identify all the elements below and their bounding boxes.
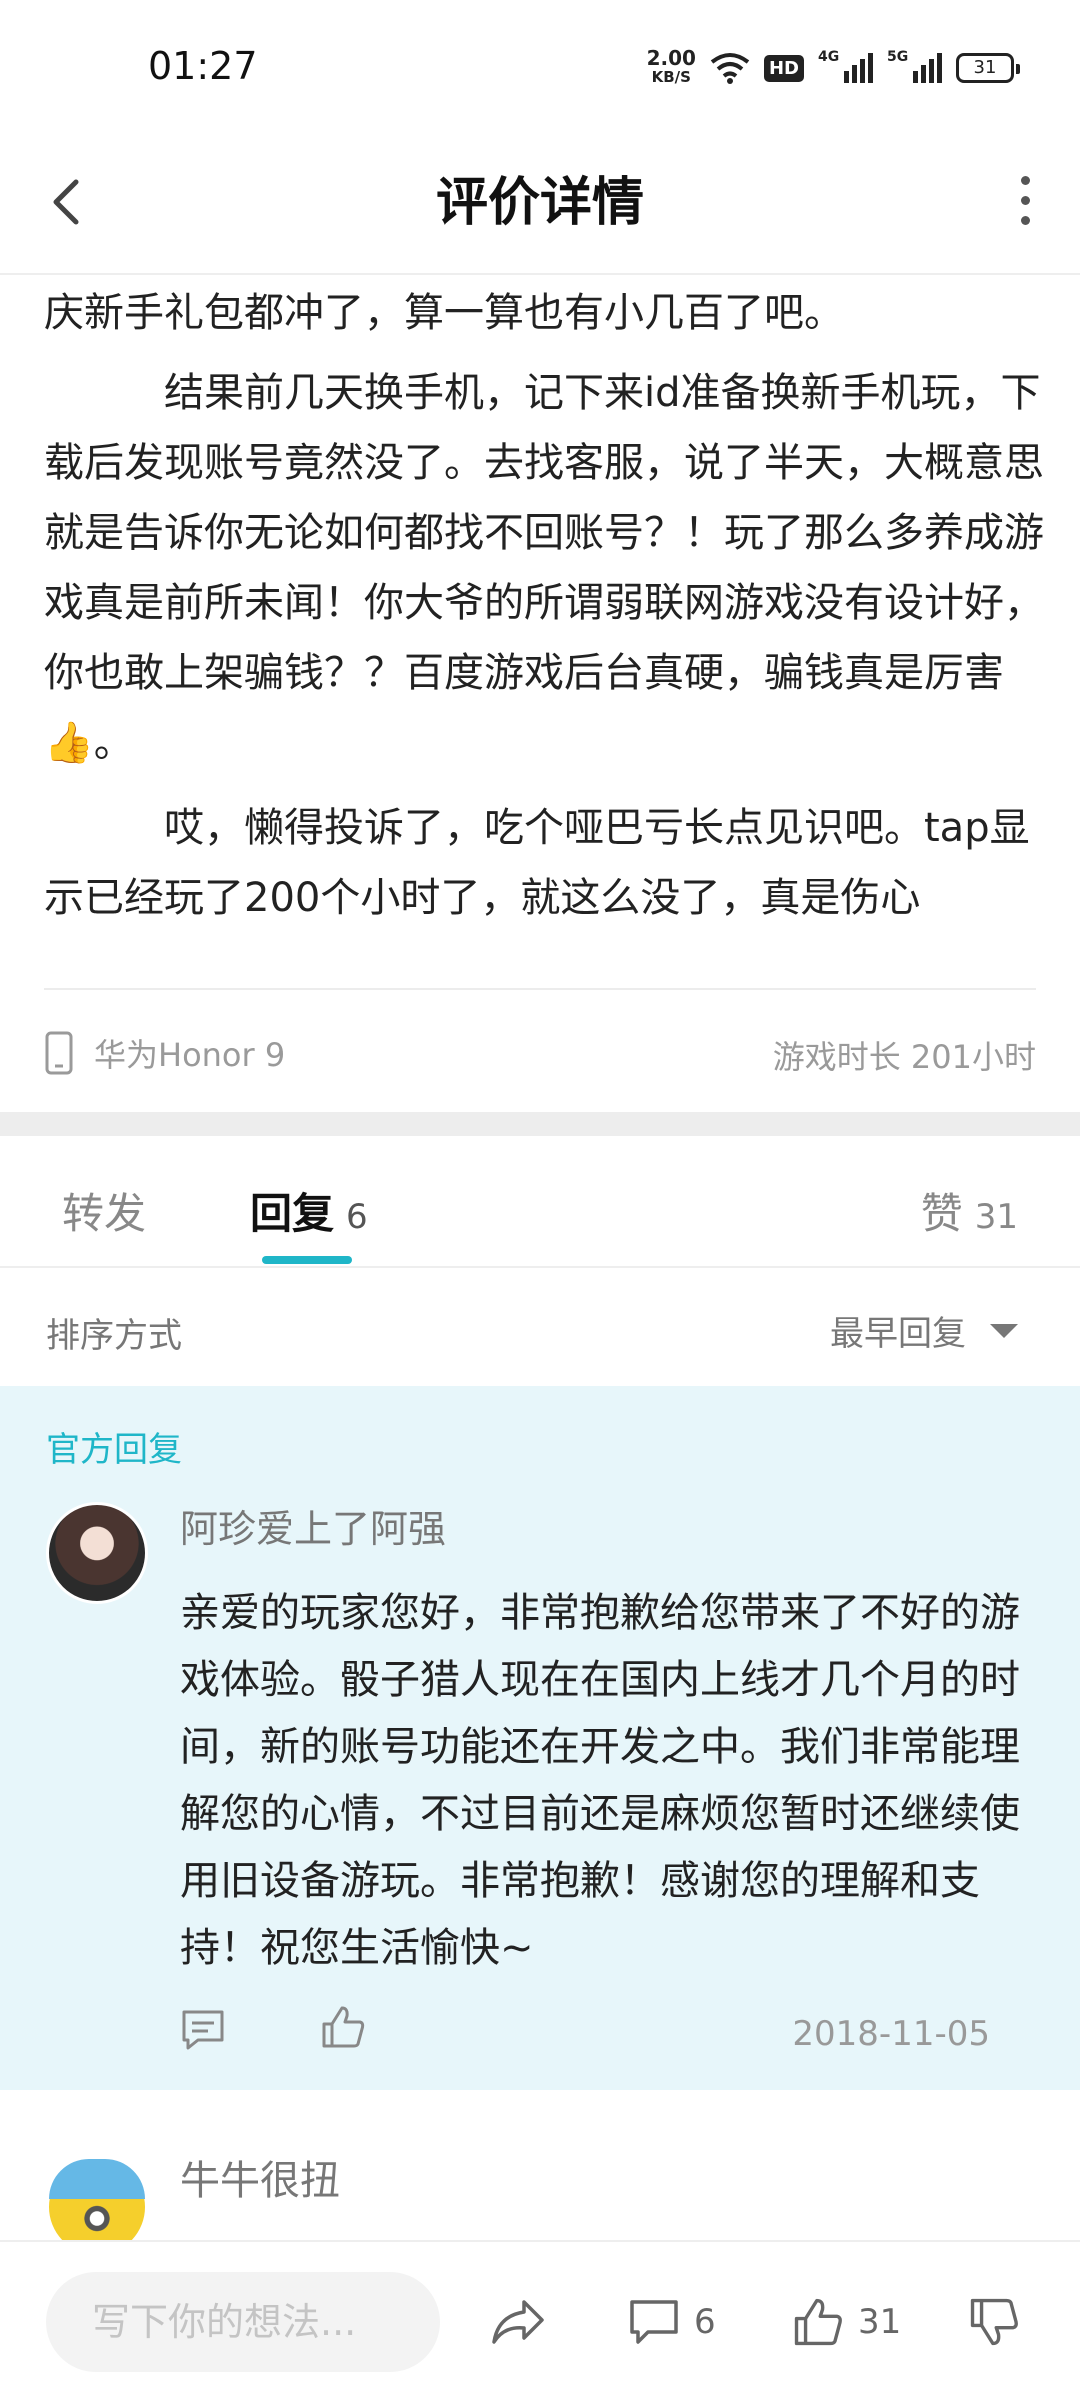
- sort-label: 排序方式: [46, 1316, 182, 1356]
- network-speed-value: 2.00: [646, 46, 696, 70]
- caret-down-icon: [990, 1323, 1018, 1338]
- battery-icon: 31: [956, 53, 1020, 83]
- tab-forward-label: 转发: [62, 1189, 147, 1238]
- reply-tabs: 转发 回复 6 赞 31: [0, 1136, 1080, 1268]
- thumbs-up-icon: [794, 2298, 842, 2346]
- comment-icon: [182, 2010, 224, 2050]
- signal-5g-label: 5G: [887, 49, 909, 65]
- comment-icon: [630, 2300, 678, 2344]
- reply-comment-button[interactable]: [180, 2008, 226, 2056]
- tab-forward[interactable]: 转发: [62, 1180, 146, 1241]
- sort-dropdown[interactable]: 最早回复: [830, 1306, 1018, 1355]
- tab-reply[interactable]: 回复 6: [250, 1180, 368, 1241]
- like-button[interactable]: 31: [792, 2290, 901, 2354]
- status-bar: 01:27 2.00 KB/S HD 4G 5G 31: [0, 0, 1080, 130]
- official-reply: 官方回复 阿珍爱上了阿强 亲爱的玩家您好，非常抱歉给您带来了不好的游戏体验。骰子…: [0, 1386, 1080, 2090]
- sort-bar: 排序方式 最早回复: [0, 1270, 1080, 1386]
- bottom-action-bar: 6 31: [0, 2240, 1080, 2400]
- tab-reply-count: 6: [346, 1197, 368, 1237]
- review-paragraph: 庆新手礼包都冲了，算一算也有小几百了吧。: [44, 290, 844, 336]
- more-dot-icon: [1020, 175, 1030, 185]
- review-paragraph: 结果前几天换手机，记下来id准备换新手机玩，下载后发现账号竟然没了。去找客服，说…: [44, 370, 1044, 766]
- share-button[interactable]: [490, 2290, 546, 2354]
- reply-username[interactable]: 牛牛很扭: [180, 2148, 340, 2206]
- section-separator: [0, 1112, 1080, 1136]
- reply-item: 牛牛很扭: [0, 2090, 1080, 2240]
- review-meta: 华为Honor 9 游戏时长 201小时: [44, 1024, 1036, 1080]
- signal-5g-icon: 5G: [887, 49, 942, 83]
- avatar[interactable]: [46, 1502, 148, 1604]
- signal-4g-label: 4G: [818, 49, 840, 65]
- comment-count: 6: [694, 2302, 716, 2342]
- reply-text: 亲爱的玩家您好，非常抱歉给您带来了不好的游戏体验。骰子猎人现在在国内上线才几个月…: [180, 1590, 1020, 1971]
- share-icon: [492, 2300, 544, 2344]
- avatar[interactable]: [46, 2156, 148, 2240]
- tab-like[interactable]: 赞 31: [921, 1180, 1018, 1241]
- tab-reply-label: 回复: [250, 1189, 335, 1238]
- device-name: 华为Honor 9: [94, 1036, 286, 1074]
- review-paragraph: 哎，懒得投诉了，吃个哑巴亏长点见识吧。tap显示已经玩了200个小时了，就这么没…: [44, 805, 1030, 921]
- hd-icon: HD: [763, 54, 804, 82]
- reply-date: 2018-11-05: [792, 2014, 990, 2054]
- tab-like-label: 赞: [920, 1189, 963, 1238]
- tab-like-count: 31: [974, 1197, 1018, 1237]
- like-count: 31: [858, 2302, 902, 2342]
- more-dot-icon: [1020, 195, 1030, 205]
- divider: [44, 988, 1036, 990]
- thumbs-down-icon: [970, 2298, 1018, 2346]
- reply-like-button[interactable]: [320, 2004, 366, 2054]
- comment-button[interactable]: 6: [628, 2290, 716, 2354]
- comment-input[interactable]: [46, 2272, 440, 2372]
- network-speed: 2.00 KB/S: [646, 46, 696, 87]
- sort-value: 最早回复: [830, 1314, 966, 1354]
- wifi-icon: [710, 53, 750, 84]
- status-icons: 2.00 KB/S HD 4G 5G 31: [646, 46, 1020, 88]
- play-time: 游戏时长 201小时: [772, 1038, 1036, 1076]
- reply-username[interactable]: 阿珍爱上了阿强: [180, 1498, 446, 1553]
- review-content: 庆新手礼包都冲了，算一算也有小几百了吧。 结果前几天换手机，记下来id准备换新手…: [44, 278, 1044, 933]
- active-tab-indicator: [262, 1256, 352, 1264]
- phone-icon: [45, 1031, 73, 1075]
- top-app-bar: 评价详情: [0, 130, 1080, 275]
- status-time: 01:27: [148, 44, 258, 88]
- device-info: 华为Honor 9: [44, 1030, 285, 1076]
- more-dot-icon: [1020, 215, 1030, 225]
- network-speed-unit: KB/S: [651, 68, 691, 86]
- thumbs-up-icon: [322, 2006, 365, 2048]
- more-options-button[interactable]: [1010, 170, 1040, 230]
- reply-actions: 2018-11-05: [180, 2004, 990, 2060]
- dislike-button[interactable]: [968, 2290, 1020, 2354]
- official-reply-label: 官方回复: [46, 1430, 182, 1470]
- page-title: 评价详情: [435, 173, 644, 233]
- signal-4g-icon: 4G: [818, 49, 873, 83]
